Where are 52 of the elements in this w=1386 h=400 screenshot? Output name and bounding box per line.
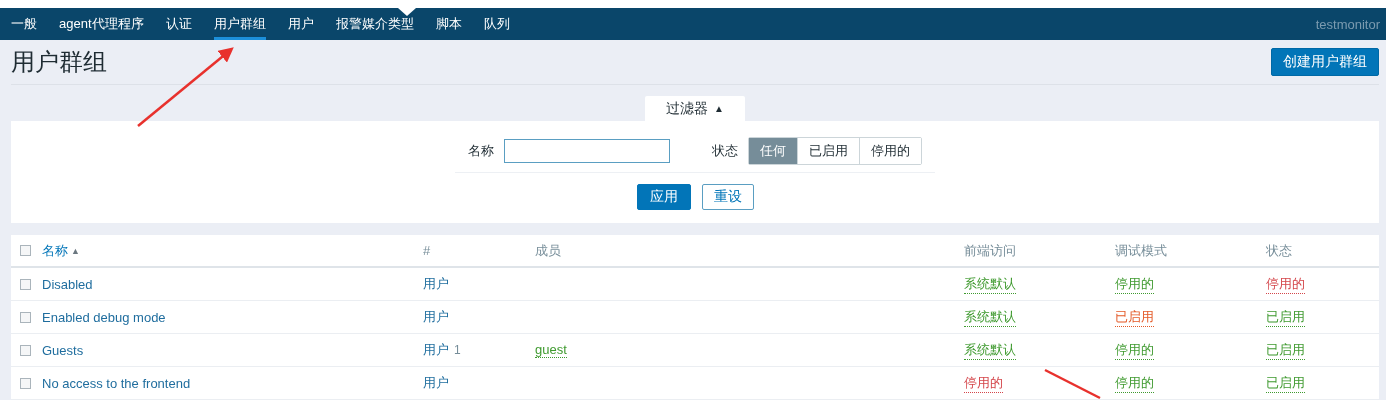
status-link[interactable]: 停用的 bbox=[1266, 274, 1305, 294]
nav-tab[interactable]: 脚本 bbox=[435, 8, 462, 40]
column-header: 前端访问 bbox=[964, 241, 1016, 260]
nav-tab[interactable]: 用户 bbox=[287, 8, 314, 40]
debug-mode-link[interactable]: 停用的 bbox=[1115, 274, 1154, 294]
frontend-access-link[interactable]: 系统默认 bbox=[964, 340, 1016, 360]
group-name-link[interactable]: Guests bbox=[42, 342, 84, 358]
frontend-access-link[interactable]: 系统默认 bbox=[964, 274, 1016, 294]
checkbox[interactable] bbox=[20, 311, 31, 323]
create-group-button[interactable]: 创建用户群组 bbox=[1271, 48, 1379, 76]
column-header: 状态 bbox=[1266, 241, 1292, 260]
nav-tab[interactable]: 认证 bbox=[165, 8, 192, 40]
checkbox[interactable] bbox=[20, 245, 31, 256]
group-name-link[interactable]: No access to the frontend bbox=[42, 375, 191, 391]
nav-tab[interactable]: 队列 bbox=[483, 8, 510, 40]
group-name-link[interactable]: Disabled bbox=[42, 276, 93, 292]
status-link[interactable]: 已启用 bbox=[1266, 307, 1305, 327]
status-label: 状态 bbox=[712, 142, 738, 160]
apply-button[interactable]: 应用 bbox=[636, 184, 691, 210]
name-label: 名称 bbox=[468, 142, 494, 160]
debug-mode-link[interactable]: 停用的 bbox=[1115, 373, 1154, 393]
column-header[interactable]: 名称 ▲ bbox=[42, 241, 80, 260]
users-link[interactable]: 用户 bbox=[423, 374, 449, 392]
page-title: 用户群组 bbox=[11, 47, 107, 77]
status-link[interactable]: 已启用 bbox=[1266, 340, 1305, 360]
status-option[interactable]: 任何 bbox=[749, 138, 797, 164]
users-link[interactable]: 用户 bbox=[423, 275, 449, 293]
nav-tab[interactable]: 报警媒介类型 bbox=[335, 8, 414, 40]
checkbox[interactable] bbox=[20, 344, 31, 356]
filter-tab[interactable]: 过滤器 ▲ bbox=[645, 96, 745, 121]
status-option[interactable]: 停用的 bbox=[859, 138, 921, 164]
column-header: # bbox=[423, 243, 431, 258]
nav-tab[interactable]: 用户群组 bbox=[213, 8, 266, 40]
status-link[interactable]: 已启用 bbox=[1266, 373, 1305, 393]
column-header: 调试模式 bbox=[1115, 241, 1167, 260]
group-name-link[interactable]: Enabled debug mode bbox=[42, 309, 166, 325]
nav-tab[interactable]: agent代理程序 bbox=[59, 8, 144, 40]
nav-tab[interactable]: 一般 bbox=[11, 8, 37, 40]
frontend-access-link[interactable]: 停用的 bbox=[964, 373, 1003, 393]
users-link[interactable]: 用户 bbox=[423, 341, 449, 359]
reset-button[interactable]: 重设 bbox=[701, 184, 754, 210]
name-input-field[interactable] bbox=[504, 139, 670, 163]
debug-mode-link[interactable]: 已启用 bbox=[1115, 307, 1154, 327]
debug-mode-link[interactable]: 停用的 bbox=[1115, 340, 1154, 360]
frontend-access-link[interactable]: 系统默认 bbox=[964, 307, 1016, 327]
member-link[interactable]: guest bbox=[535, 342, 567, 358]
checkbox[interactable] bbox=[20, 377, 31, 389]
column-header: 成员 bbox=[535, 241, 561, 260]
username: testmonitor bbox=[1315, 16, 1380, 32]
users-link[interactable]: 用户 bbox=[423, 308, 449, 326]
user-count: 1 bbox=[454, 343, 461, 357]
checkbox[interactable] bbox=[20, 278, 31, 290]
